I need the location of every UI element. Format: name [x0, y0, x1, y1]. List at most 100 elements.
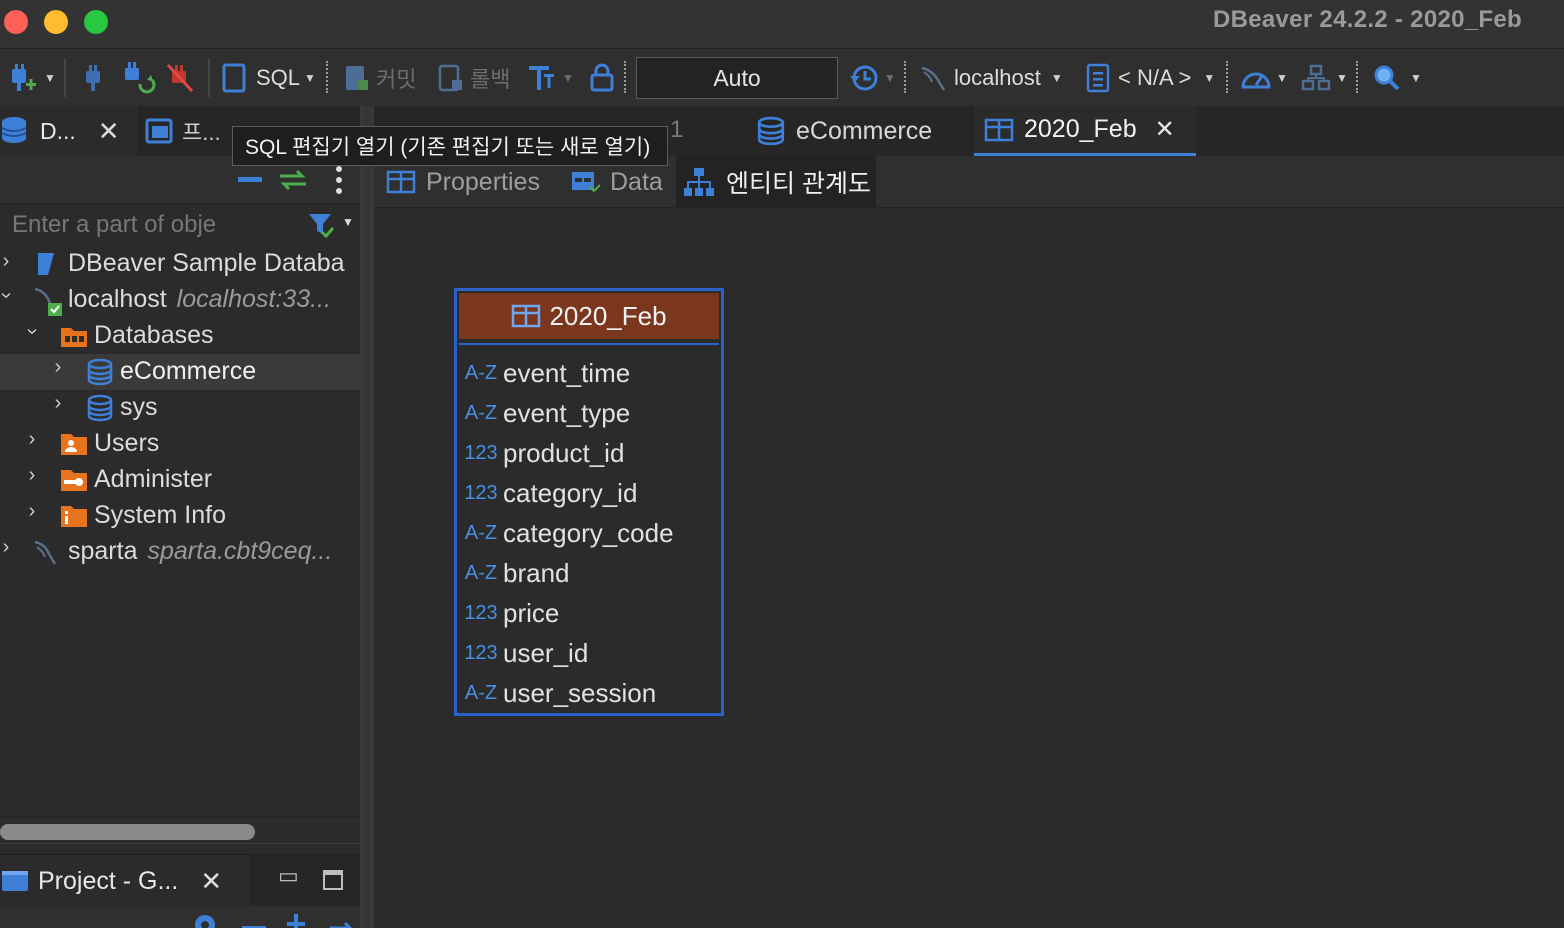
tree-item-label: Users [94, 429, 160, 457]
entity-column[interactable]: A-Z event_type [463, 393, 630, 433]
entity-column[interactable]: A-Z category_code [463, 513, 674, 553]
entity-column[interactable]: A-Z user_session [463, 673, 656, 713]
rollback-icon [438, 64, 462, 92]
filter-input[interactable]: Enter a part of obje [12, 211, 216, 239]
tab-project[interactable]: Project - G... ✕ [0, 855, 250, 907]
text-format-icon [529, 66, 554, 90]
column-name: event_time [503, 357, 631, 388]
toolbar-separator [326, 61, 330, 93]
lock-button[interactable] [588, 49, 616, 107]
entity-column[interactable]: A-Z brand [463, 553, 570, 593]
link-with-editor-icon[interactable] [326, 910, 356, 928]
tab-label: eCommerce [796, 116, 933, 145]
column-name: product_id [503, 437, 625, 468]
maximize-icon[interactable] [322, 869, 344, 891]
collapse-all-icon[interactable] [236, 170, 266, 190]
tab-ecommerce[interactable]: eCommerce [736, 106, 952, 156]
erd-tools-button[interactable]: ▼ [1300, 49, 1348, 107]
close-window-button[interactable] [4, 10, 28, 34]
entity-column[interactable]: 123 category_id [463, 473, 637, 513]
chevron-down-icon[interactable]: › [21, 322, 44, 342]
close-icon[interactable]: ✕ [98, 116, 120, 147]
chevron-right-icon[interactable]: › [22, 428, 42, 451]
chevron-right-icon[interactable]: › [48, 392, 68, 415]
entity-column[interactable]: 123 price [463, 593, 559, 633]
title-bar: DBeaver 24.2.2 - 2020_Feb [0, 0, 1564, 48]
toolbar-separator [1226, 61, 1230, 93]
chevron-down-icon[interactable]: › [0, 286, 18, 306]
scrollbar-thumb[interactable] [0, 824, 255, 840]
chevron-right-icon[interactable]: › [22, 500, 42, 523]
reconnect-button[interactable] [120, 49, 156, 107]
filter-icon[interactable] [306, 210, 336, 240]
lock-icon [590, 63, 614, 92]
sample-db-icon [38, 253, 54, 275]
minimize-window-button[interactable] [44, 10, 68, 34]
toolbar-divider [208, 59, 210, 97]
tree-item-sample-database[interactable]: › DBeaver Sample Databa [0, 246, 360, 282]
disconnect-button[interactable] [164, 49, 196, 107]
close-icon[interactable]: ✕ [200, 866, 222, 897]
tree-item-sys[interactable]: › sys [0, 390, 360, 426]
sql-editor-button[interactable]: SQL ▼ [220, 49, 316, 107]
tree-item-system-info[interactable]: › System Info [0, 498, 360, 534]
tab-projects[interactable]: 프... [144, 106, 244, 156]
entity-header-divider [459, 343, 719, 345]
chevron-down-icon[interactable]: ▼ [342, 215, 354, 229]
add-link-icon[interactable] [282, 910, 312, 928]
chevron-right-icon[interactable]: › [48, 356, 68, 379]
close-icon[interactable]: ✕ [1155, 115, 1175, 144]
search-button[interactable]: ▼ [1372, 49, 1422, 107]
dolphin-icon [921, 66, 946, 91]
new-connection-button[interactable]: ▼ [6, 49, 56, 107]
table-icon [984, 118, 1014, 141]
active-connection-selector[interactable]: localhost ▼ [918, 49, 1063, 107]
active-schema-selector[interactable]: < N/A > ▼ [1084, 49, 1215, 107]
sub-tab-label: Properties [426, 167, 540, 196]
connect-button[interactable] [78, 49, 108, 107]
database-icon [87, 358, 113, 386]
entity-column[interactable]: 123 user_id [463, 633, 588, 673]
maximize-window-button[interactable] [84, 10, 108, 34]
info-folder-icon [61, 506, 87, 527]
rollback-button[interactable]: 롤백 [436, 49, 510, 107]
settings-icon[interactable] [190, 910, 220, 928]
tab-label: 2020_Feb [1024, 115, 1137, 143]
entity-header[interactable]: 2020_Feb [459, 293, 719, 339]
schema-doc-icon [1086, 63, 1110, 93]
sql-editor-icon [222, 63, 246, 93]
more-options-icon[interactable] [334, 164, 344, 196]
link-with-editor-icon[interactable] [276, 168, 310, 192]
chevron-down-icon: ▼ [884, 71, 896, 85]
tab-2020-feb[interactable]: 2020_Feb ✕ [974, 106, 1196, 156]
tree-item-databases[interactable]: › Databases [0, 318, 360, 354]
tree-item-sparta[interactable]: › sparta sparta.cbt9ceq... [0, 534, 360, 570]
schema-label: < N/A > [1118, 65, 1192, 90]
tree-item-administer[interactable]: › Administer [0, 462, 360, 498]
tab-database-navigator[interactable]: D... ✕ [0, 106, 138, 156]
chevron-right-icon[interactable]: › [0, 250, 16, 273]
entity-column[interactable]: 123 product_id [463, 433, 624, 473]
transaction-mode-box[interactable]: Auto [636, 57, 838, 99]
collapse-all-icon[interactable] [240, 912, 270, 928]
tree-item-users[interactable]: › Users [0, 426, 360, 462]
transaction-mode-button[interactable]: ▼ [526, 49, 574, 107]
window-title: DBeaver 24.2.2 - 2020_Feb [1212, 6, 1522, 33]
commit-button[interactable]: 커밋 [342, 49, 416, 107]
minimize-icon[interactable]: ▭ [278, 863, 299, 889]
entity-column[interactable]: A-Z event_time [463, 353, 630, 393]
navigator-horizontal-scrollbar[interactable] [0, 816, 360, 844]
tree-item-localhost[interactable]: › localhost localhost:33... [0, 282, 360, 318]
hierarchy-icon [684, 168, 714, 196]
tab-er-diagram[interactable]: 엔티티 관계도 [676, 156, 876, 208]
tree-item-label: localhost [68, 285, 167, 313]
chevron-right-icon[interactable]: › [22, 464, 42, 487]
tree-item-ecommerce[interactable]: › eCommerce [0, 354, 360, 390]
panel-splitter[interactable] [360, 106, 374, 928]
entity-box[interactable]: 2020_Feb A-Z event_time A-Z event_type 123… [454, 288, 724, 716]
plug-add-icon [12, 64, 36, 91]
dashboard-button[interactable]: ▼ [1240, 49, 1288, 107]
transaction-log-button[interactable]: ▼ [848, 49, 896, 107]
hidden-tab-suffix: 1 [670, 116, 684, 143]
chevron-right-icon[interactable]: › [0, 536, 16, 559]
